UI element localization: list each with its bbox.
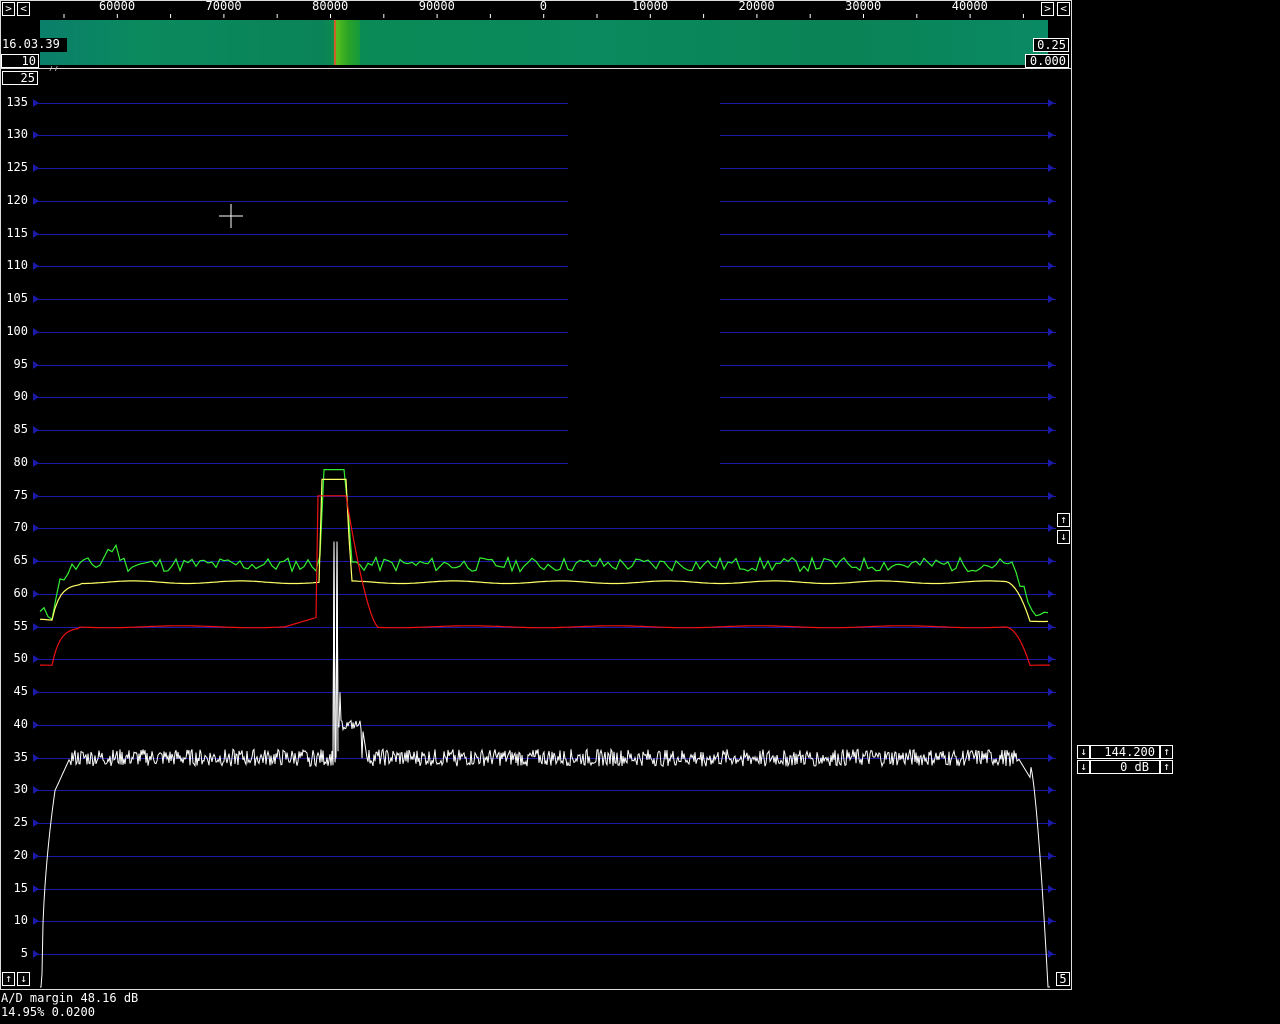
frequency-field[interactable]: 144.200	[1090, 745, 1160, 759]
arrow-up-icon: ↑	[1060, 513, 1067, 526]
green-peak-trace	[39, 469, 1049, 621]
gain-up-button[interactable]: ↑	[1160, 760, 1173, 774]
arrow-up-icon: ↑	[1163, 760, 1170, 773]
ad-margin-status: A/D margin 48.16 dB	[1, 991, 139, 1005]
spectrum-overlay-area	[568, 70, 720, 496]
yellow-average-trace	[39, 478, 1049, 623]
arrow-down-icon: ↓	[1060, 530, 1067, 543]
white-instant-trace	[40, 541, 1050, 988]
arrow-down-icon: ↓	[20, 972, 27, 985]
frequency-up-button[interactable]: ↑	[1160, 745, 1173, 759]
gain-field[interactable]: 0 dB	[1090, 760, 1160, 774]
side-panel: ↓ 144.200 ↑ ↓ 0 dB ↑	[1076, 744, 1174, 776]
spectrum-scroll-down-button[interactable]: ↓	[1057, 530, 1070, 544]
arrow-down-icon: ↓	[1080, 760, 1087, 773]
crosshair-icon	[219, 204, 243, 228]
arrow-down-icon: ↓	[1080, 745, 1087, 758]
spectrum-scroll-up-button[interactable]: ↑	[1057, 513, 1070, 527]
red-min-trace	[40, 495, 1050, 666]
gain-down-button[interactable]: ↓	[1077, 760, 1090, 774]
arrow-up-icon: ↑	[5, 972, 12, 985]
spectrum-traces[interactable]	[0, 0, 1072, 990]
spectrum-bottom-value-field[interactable]: 5	[1056, 972, 1070, 986]
arrow-up-icon: ↑	[1163, 745, 1170, 758]
cpu-load-status: 14.95% 0.0200	[1, 1005, 95, 1019]
carrier-spike	[332, 541, 339, 758]
frequency-down-button[interactable]: ↓	[1077, 745, 1090, 759]
zoom-down-button[interactable]: ↓	[17, 972, 30, 986]
zoom-up-button[interactable]: ↑	[2, 972, 15, 986]
